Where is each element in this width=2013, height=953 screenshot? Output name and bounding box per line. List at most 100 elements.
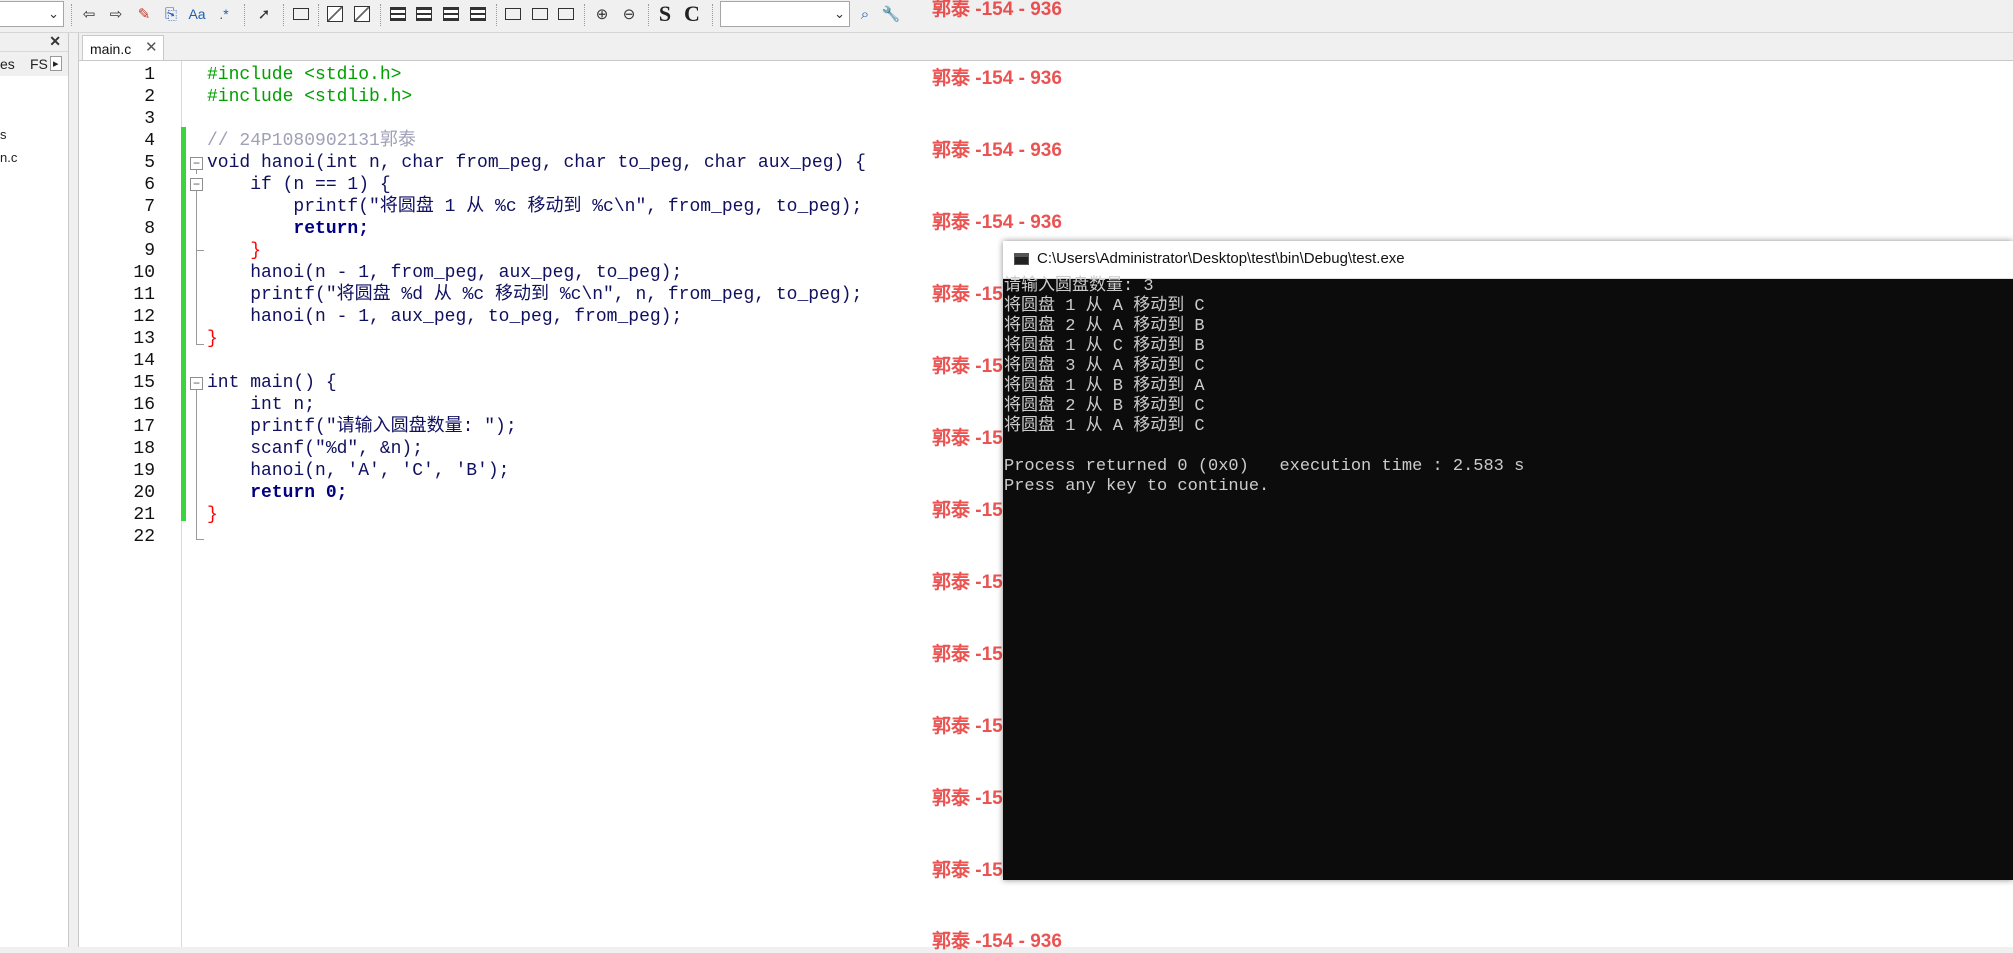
- code-line: printf("将圆盘 1 从 %c 移动到 %c\n", from_peg, …: [207, 197, 863, 217]
- code-line: #include <stdio.h>: [207, 65, 402, 85]
- zoom-out-icon[interactable]: ⊖: [618, 3, 640, 25]
- console-line: Press any key to continue.: [1004, 477, 1270, 496]
- tab-fsymbols[interactable]: FS: [30, 56, 48, 72]
- layout-c-icon[interactable]: [387, 3, 409, 25]
- code-line: if (n == 1) {: [207, 175, 391, 195]
- panel-splitter[interactable]: [70, 33, 79, 947]
- toolbar-separator: [244, 4, 246, 26]
- console-window[interactable]: C:\Users\Administrator\Desktop\test\bin\…: [1003, 241, 2013, 880]
- code-line: hanoi(n - 1, from_peg, aux_peg, to_peg);: [207, 263, 683, 283]
- watermark: 郭泰 -154 - 936: [932, 140, 1062, 161]
- line-number-gutter: 1 2 3 4 5 6 7 8 9 10 11 12 13 14 15 16 1…: [79, 61, 182, 947]
- panel-header: ✕: [0, 33, 68, 52]
- close-icon[interactable]: ✕: [49, 33, 61, 50]
- fold-toggle-icon[interactable]: −: [190, 178, 203, 191]
- letter-s-label: S: [658, 1, 672, 26]
- fold-end: [196, 539, 204, 540]
- close-icon[interactable]: ✕: [145, 38, 158, 56]
- settings-wrench-icon[interactable]: 🔧: [880, 3, 902, 25]
- console-line: 将圆盘 2 从 B 移动到 C: [1004, 397, 1205, 416]
- fold-end: [196, 250, 204, 251]
- code-line: int n;: [207, 395, 316, 415]
- chevron-down-icon[interactable]: ⌄: [834, 6, 845, 22]
- console-title: C:\Users\Administrator\Desktop\test\bin\…: [1037, 250, 1405, 267]
- code-line: int main() {: [207, 373, 337, 393]
- watermark: 郭泰 -154 - 936: [932, 931, 1062, 952]
- shape-a-icon[interactable]: [502, 3, 524, 25]
- console-line: 将圆盘 1 从 B 移动到 A: [1004, 377, 1205, 396]
- line-number: 1: [144, 65, 155, 85]
- tab-main-c[interactable]: main.c ✕: [82, 35, 164, 60]
- tab-main-c-label: main.c: [90, 41, 132, 57]
- console-output[interactable]: 请输入圆盘数量: 3 将圆盘 1 从 A 移动到 C 将圆盘 2 从 A 移动到…: [1003, 277, 2013, 880]
- highlight-pen-icon[interactable]: ✎: [133, 3, 155, 25]
- line-number: 2: [144, 87, 155, 107]
- line-number: 14: [133, 351, 155, 371]
- console-line: 将圆盘 1 从 C 移动到 B: [1004, 337, 1205, 356]
- tree-item-sources[interactable]: s: [0, 127, 7, 142]
- line-number: 16: [133, 395, 155, 415]
- line-number: 13: [133, 329, 155, 349]
- tab-files[interactable]: es: [0, 56, 15, 72]
- line-number: 10: [133, 263, 155, 283]
- line-number: 5: [144, 153, 155, 173]
- code-line: #include <stdlib.h>: [207, 87, 413, 107]
- line-number: 11: [133, 285, 155, 305]
- chevron-down-icon[interactable]: ⌄: [48, 6, 59, 22]
- fold-line: [196, 390, 197, 540]
- code-line: }: [207, 329, 218, 349]
- tab-scroll-arrow-icon[interactable]: ▸: [50, 56, 62, 71]
- toolbar-separator: [712, 4, 714, 26]
- console-line: 请输入圆盘数量: 3: [1004, 277, 1154, 296]
- line-number: 20: [133, 483, 155, 503]
- back-arrow-icon[interactable]: ⇦: [78, 3, 100, 25]
- tree-item-main-c[interactable]: n.c: [0, 150, 17, 165]
- toolbar-separator: [584, 4, 586, 26]
- line-number: 21: [133, 505, 155, 525]
- code-line: return;: [207, 219, 370, 239]
- console-titlebar[interactable]: C:\Users\Administrator\Desktop\test\bin\…: [1003, 241, 2013, 279]
- replace-icon[interactable]: ⎘: [160, 3, 182, 25]
- toolbar-separator: [71, 4, 73, 26]
- watermark: 郭泰 -154 - 936: [932, 0, 1062, 20]
- rectangle-icon[interactable]: [290, 3, 312, 25]
- console-line: Process returned 0 (0x0) execution time …: [1004, 457, 1525, 476]
- code-line: }: [207, 241, 262, 261]
- shape-c-icon[interactable]: [555, 3, 577, 25]
- letter-s-icon[interactable]: S: [654, 1, 676, 26]
- shape-b-icon[interactable]: [529, 3, 551, 25]
- find-in-files-icon[interactable]: ⌕: [854, 3, 876, 25]
- fold-line: [196, 170, 197, 174]
- line-number: 3: [144, 109, 155, 129]
- line-number: 8: [144, 219, 155, 239]
- zoom-in-icon[interactable]: ⊕: [591, 3, 613, 25]
- layout-d-icon[interactable]: [413, 3, 435, 25]
- search-combo[interactable]: ⌄: [0, 1, 64, 27]
- layout-a-icon[interactable]: [324, 3, 346, 25]
- letter-c-icon[interactable]: C: [681, 1, 703, 26]
- regex-label: .*: [219, 6, 229, 22]
- line-number: 15: [133, 373, 155, 393]
- select-pointer-icon[interactable]: ➚: [253, 3, 275, 25]
- line-number: 22: [133, 527, 155, 547]
- fold-toggle-icon[interactable]: −: [190, 157, 203, 170]
- toolbar-separator: [648, 4, 650, 26]
- management-panel: ✕ es FS ▸ s n.c: [0, 33, 69, 947]
- fold-toggle-icon[interactable]: −: [190, 377, 203, 390]
- layout-b-icon[interactable]: [351, 3, 373, 25]
- layout-f-icon[interactable]: [467, 3, 489, 25]
- code-line: hanoi(n, 'A', 'C', 'B');: [207, 461, 510, 481]
- match-case-label: Aa: [188, 6, 206, 22]
- match-case-icon[interactable]: Aa: [186, 3, 208, 25]
- forward-arrow-icon[interactable]: ⇨: [105, 3, 127, 25]
- code-line: void hanoi(int n, char from_peg, char to…: [207, 153, 866, 173]
- code-line: return 0;: [207, 483, 348, 503]
- watermark: 郭泰 -154 - 936: [932, 68, 1062, 89]
- layout-e-icon[interactable]: [440, 3, 462, 25]
- console-app-icon: [1014, 253, 1029, 265]
- line-number: 9: [144, 241, 155, 261]
- code-line: hanoi(n - 1, aux_peg, to_peg, from_peg);: [207, 307, 683, 327]
- find-combo[interactable]: ⌄: [720, 1, 850, 27]
- regex-icon[interactable]: .*: [213, 3, 235, 25]
- console-line: 将圆盘 2 从 A 移动到 B: [1004, 317, 1205, 336]
